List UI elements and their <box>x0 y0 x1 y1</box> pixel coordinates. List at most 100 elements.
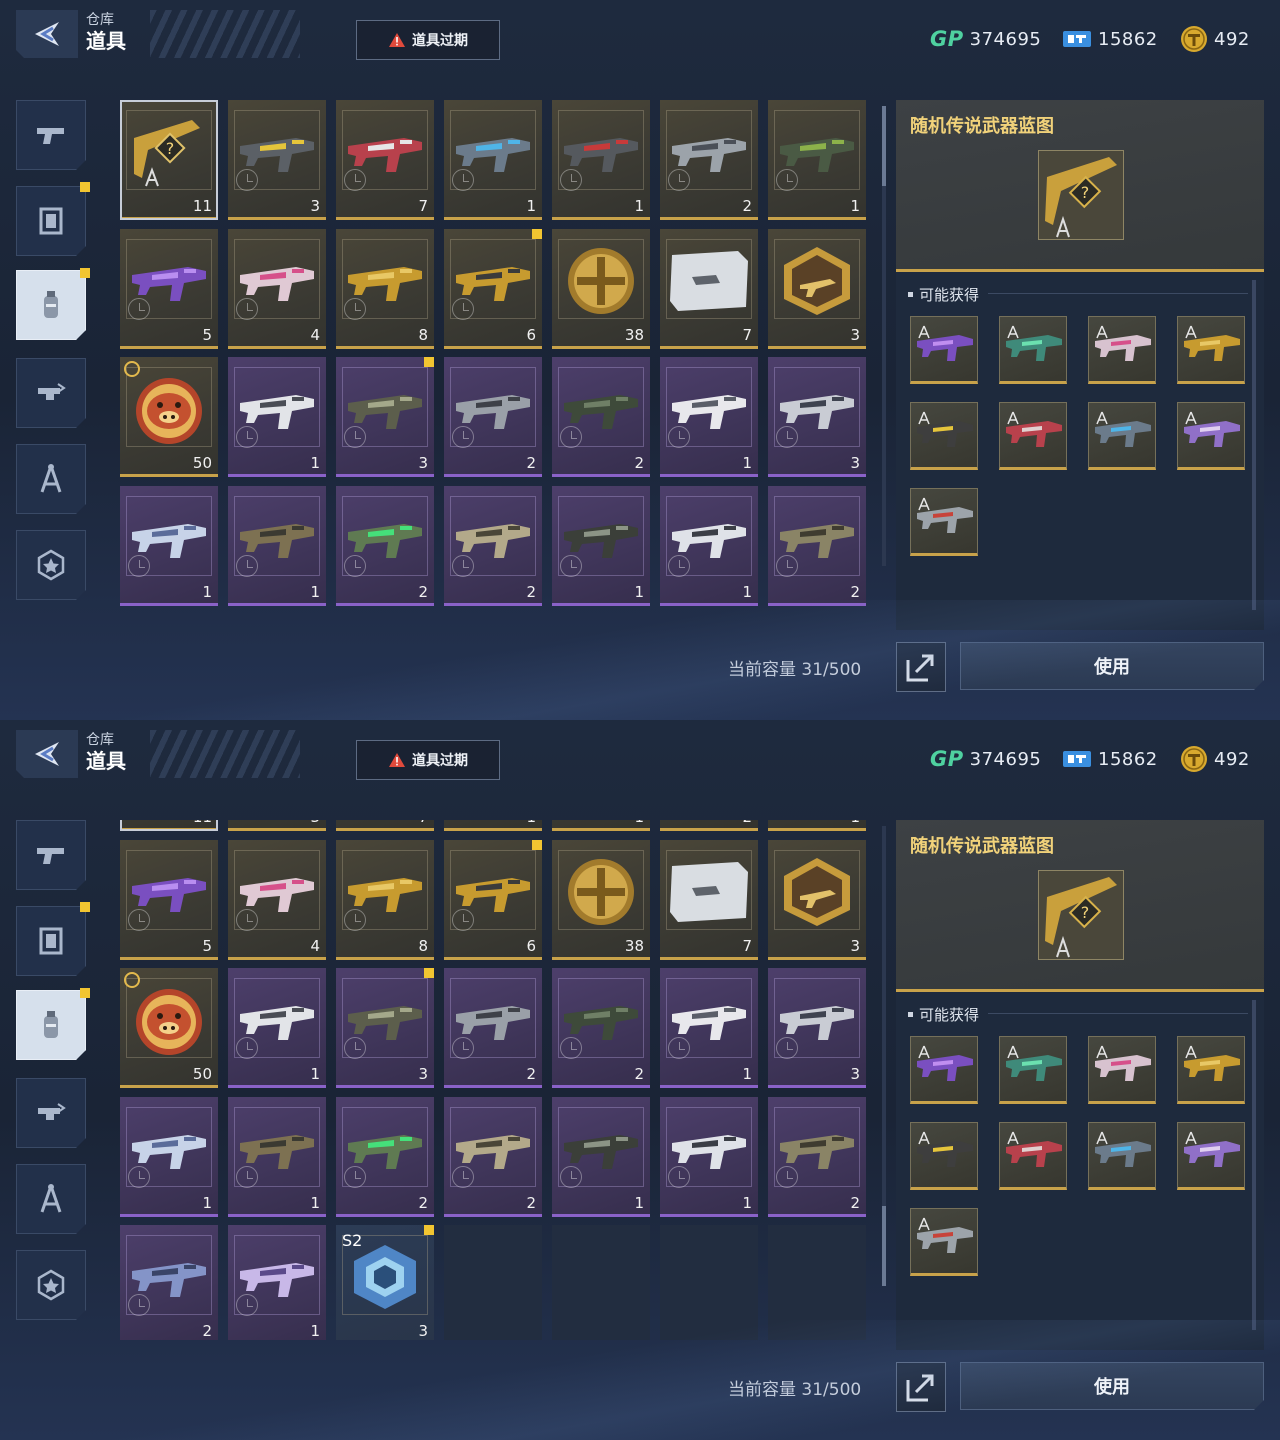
inventory-item[interactable]: 50 <box>120 968 218 1088</box>
inventory-item[interactable]: 7 <box>336 100 434 220</box>
sidebar-tab-badges[interactable] <box>16 530 86 600</box>
back-button[interactable] <box>16 730 78 778</box>
reward-item[interactable] <box>1177 316 1245 384</box>
scroll-thumb[interactable] <box>882 1206 886 1286</box>
reward-item[interactable] <box>1177 402 1245 470</box>
detail-scrollbar[interactable] <box>1252 280 1256 610</box>
sidebar-tab-frames[interactable] <box>16 186 86 256</box>
inventory-item[interactable]: 1 <box>444 100 542 220</box>
reward-item[interactable] <box>1088 316 1156 384</box>
inventory-item[interactable]: 3 <box>768 839 866 960</box>
reward-item[interactable] <box>999 1122 1067 1190</box>
inventory-scrollbar[interactable] <box>882 106 886 566</box>
inventory-item[interactable]: 1 <box>768 820 866 831</box>
inventory-item[interactable]: 1 <box>552 1096 650 1217</box>
inventory-item[interactable]: 1 <box>660 1096 758 1217</box>
inventory-item[interactable]: 38 <box>552 228 650 349</box>
inventory-item[interactable]: 2 <box>768 1096 866 1217</box>
inventory-item[interactable]: 2 <box>552 968 650 1088</box>
sidebar-tab-items[interactable] <box>16 990 86 1060</box>
inventory-item[interactable]: 2 <box>120 1225 218 1340</box>
inventory-item[interactable]: 1 <box>228 1225 326 1340</box>
inventory-item[interactable]: 3 <box>336 968 434 1088</box>
reward-item[interactable] <box>999 402 1067 470</box>
sidebar-tab-frames[interactable] <box>16 906 86 976</box>
inventory-item[interactable]: 1 <box>228 968 326 1088</box>
reward-item[interactable] <box>910 488 978 556</box>
inventory-item[interactable]: 3 <box>768 357 866 477</box>
reward-item[interactable] <box>999 316 1067 384</box>
inventory-item[interactable]: 1 <box>228 357 326 477</box>
inventory-item[interactable]: 2 <box>768 485 866 606</box>
reward-item[interactable] <box>1088 1122 1156 1190</box>
inventory-item[interactable]: 8 <box>336 839 434 960</box>
inventory-item[interactable]: 1 <box>552 485 650 606</box>
inventory-item[interactable]: 1 <box>768 100 866 220</box>
inventory-item[interactable]: 1 <box>660 357 758 477</box>
inventory-item[interactable]: 1 <box>228 1096 326 1217</box>
inventory-item[interactable]: 2 <box>444 1096 542 1217</box>
sidebar-tab-weapons[interactable] <box>16 100 86 170</box>
inventory-item[interactable]: 6 <box>444 228 542 349</box>
inventory-item[interactable]: 2 <box>552 357 650 477</box>
inventory-item[interactable]: 1 <box>228 485 326 606</box>
sidebar-tab-parts[interactable] <box>16 1078 86 1148</box>
inventory-item[interactable]: 2 <box>444 357 542 477</box>
inventory-item[interactable]: ?11 <box>120 100 218 220</box>
sidebar-tab-weapons[interactable] <box>16 820 86 890</box>
share-button[interactable] <box>896 1362 946 1412</box>
sidebar-tab-badges[interactable] <box>16 1250 86 1320</box>
inventory-item[interactable]: 2 <box>336 1096 434 1217</box>
inventory-item[interactable]: 1 <box>444 820 542 831</box>
sidebar-tab-parts[interactable] <box>16 358 86 428</box>
inventory-item[interactable]: 2 <box>660 100 758 220</box>
detail-scrollbar[interactable] <box>1252 1000 1256 1330</box>
item-expired-button[interactable]: 道具过期 <box>356 740 500 780</box>
reward-item[interactable] <box>910 316 978 384</box>
inventory-item[interactable]: ?11 <box>120 820 218 831</box>
reward-item[interactable] <box>1177 1036 1245 1104</box>
inventory-item[interactable]: 2 <box>444 968 542 1088</box>
inventory-item[interactable]: 2 <box>336 485 434 606</box>
reward-item[interactable] <box>910 1122 978 1190</box>
inventory-item[interactable]: 3 <box>768 968 866 1088</box>
inventory-scrollbar[interactable] <box>882 826 886 1286</box>
inventory-item[interactable]: 50 <box>120 357 218 477</box>
inventory-item[interactable]: 1 <box>660 485 758 606</box>
inventory-item[interactable]: 3 <box>228 820 326 831</box>
inventory-item[interactable]: 1 <box>660 968 758 1088</box>
inventory-item[interactable]: 2 <box>444 485 542 606</box>
reward-item[interactable] <box>1088 1036 1156 1104</box>
sidebar-tab-blueprints[interactable] <box>16 444 86 514</box>
use-button[interactable]: 使用 <box>960 1362 1264 1410</box>
use-button[interactable]: 使用 <box>960 642 1264 690</box>
inventory-item[interactable]: 5 <box>120 228 218 349</box>
inventory-item[interactable]: 4 <box>228 839 326 960</box>
inventory-item[interactable]: 6 <box>444 839 542 960</box>
inventory-item[interactable]: 8 <box>336 228 434 349</box>
inventory-item[interactable]: 1 <box>120 1096 218 1217</box>
reward-item[interactable] <box>1177 1122 1245 1190</box>
inventory-item[interactable]: 7 <box>660 228 758 349</box>
inventory-item[interactable]: S2 3 <box>336 1225 434 1340</box>
reward-item[interactable] <box>999 1036 1067 1104</box>
back-button[interactable] <box>16 10 78 58</box>
sidebar-tab-blueprints[interactable] <box>16 1164 86 1234</box>
reward-item[interactable] <box>910 402 978 470</box>
inventory-item[interactable]: 1 <box>120 485 218 606</box>
inventory-item[interactable]: 3 <box>768 228 866 349</box>
inventory-item[interactable]: 3 <box>228 100 326 220</box>
inventory-item[interactable]: 3 <box>336 357 434 477</box>
inventory-item[interactable]: 4 <box>228 228 326 349</box>
item-expired-button[interactable]: 道具过期 <box>356 20 500 60</box>
inventory-item[interactable]: 2 <box>660 820 758 831</box>
scroll-thumb[interactable] <box>882 106 886 186</box>
inventory-item[interactable]: 7 <box>336 820 434 831</box>
share-button[interactable] <box>896 642 946 692</box>
inventory-item[interactable]: 38 <box>552 839 650 960</box>
inventory-item[interactable]: 1 <box>552 820 650 831</box>
reward-item[interactable] <box>910 1036 978 1104</box>
inventory-item[interactable]: 5 <box>120 839 218 960</box>
reward-item[interactable] <box>1088 402 1156 470</box>
sidebar-tab-items[interactable] <box>16 270 86 340</box>
